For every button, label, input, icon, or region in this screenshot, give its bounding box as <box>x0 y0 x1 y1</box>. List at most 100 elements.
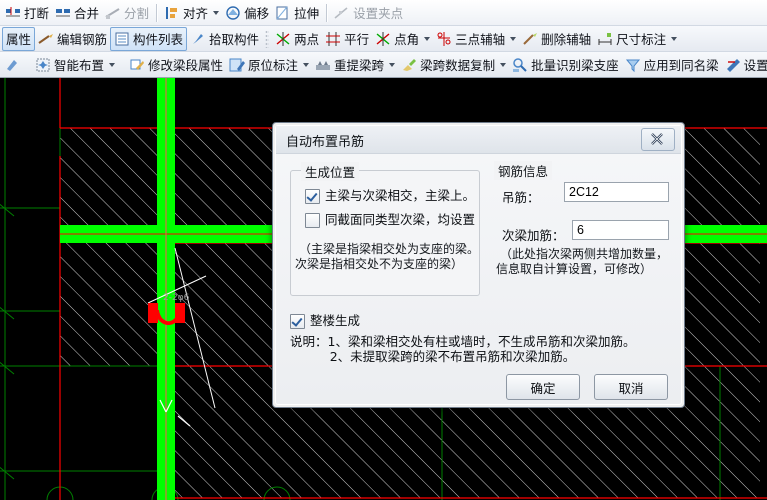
parallel-icon <box>325 31 341 47</box>
toolbar-button-dimension[interactable]: 尺寸标注 <box>594 28 680 50</box>
toolbar-button-stretch[interactable]: 拉伸 <box>272 2 322 24</box>
toolbar-row-component: 属性 编辑钢筋 构件列表 拾取构件 两点 平行 点角 三点辅轴 删除辅轴 尺寸标… <box>0 25 767 51</box>
toolbar-button-batch-recognize-support[interactable]: 批量识别梁支座 <box>509 54 622 76</box>
checkbox-box[interactable] <box>305 213 320 228</box>
toolbar-button-apply-same-name[interactable]: 应用到同名梁 <box>622 54 722 76</box>
toolbar-button-break[interactable]: 打断 <box>2 2 52 24</box>
close-icon[interactable] <box>641 128 675 151</box>
toolbar-button-partial[interactable] <box>2 54 24 76</box>
toolbar-separator <box>326 3 328 22</box>
re-extract-span-icon <box>315 57 331 73</box>
toolbar-button-two-point[interactable]: 两点 <box>272 28 322 50</box>
copy-span-data-icon <box>401 57 417 73</box>
checkbox-box[interactable] <box>305 189 320 204</box>
partial-icon <box>5 57 21 73</box>
toolbar-label: 原位标注 <box>248 58 299 73</box>
toolbar-row-beam: 智能布置 修改梁段属性 原位标注 重提梁跨 梁跨数据复制 批量识别梁支座 应用到… <box>0 51 767 77</box>
toolbar-button-parallel[interactable]: 平行 <box>322 28 372 50</box>
toolbar-label: 偏移 <box>244 6 270 21</box>
hanger-rebar-input[interactable] <box>564 182 669 202</box>
toolbar-button-property[interactable]: 属性 <box>2 26 36 51</box>
toolbar-label: 属性 <box>6 32 32 47</box>
toolbar-row-edit: 打断 合并 分割 对齐 偏移 拉伸 设置夹点 <box>0 0 767 25</box>
align-icon <box>164 5 180 21</box>
toolbar-button-modify-beam-segment[interactable]: 修改梁段属性 <box>126 54 226 76</box>
toolbar-label: 尺寸标注 <box>616 32 667 47</box>
rebar-info-note-line1: （此处指次梁两侧共增加数量， <box>500 247 669 261</box>
toolbar-button-align[interactable]: 对齐 <box>161 2 222 24</box>
toolbar-label: 构件列表 <box>133 32 184 47</box>
toolbar-button-split[interactable]: 分割 <box>102 2 152 24</box>
dimension-icon <box>597 31 613 47</box>
toolbar-button-grip-point[interactable]: 设置夹点 <box>331 2 406 24</box>
toolbar-label: 拉伸 <box>294 6 320 21</box>
checkbox-box[interactable] <box>290 314 305 329</box>
toolbar-button-inplace-annotation[interactable]: 原位标注 <box>226 54 312 76</box>
toolbar-button-re-extract-span[interactable]: 重提梁跨 <box>312 54 398 76</box>
toolbar-label: 设置上部 <box>743 58 767 73</box>
rebar-info-note-line2: 信息取自计算设置，可修改） <box>496 262 653 276</box>
group-rebar-info: 钢筋信息 吊筋： 次梁加筋： （此处指次梁两侧共增加数量， 信息取自计算设置，可… <box>494 161 674 296</box>
point-angle-icon <box>375 31 391 47</box>
checkbox-label: 主梁与次梁相交，主梁上。 <box>325 188 476 203</box>
toolbar-button-copy-span-data[interactable]: 梁跨数据复制 <box>398 54 509 76</box>
set-top-rebar-icon <box>725 57 741 73</box>
toolbar-label: 删除辅轴 <box>541 32 592 47</box>
dialog-titlebar[interactable]: 自动布置吊筋 <box>276 126 681 154</box>
chevron-down-icon[interactable] <box>671 36 678 41</box>
toolbar-label: 重提梁跨 <box>334 58 385 73</box>
toolbar-label: 应用到同名梁 <box>643 58 719 73</box>
chevron-down-icon[interactable] <box>109 62 116 67</box>
edit-rebar-icon <box>38 31 54 47</box>
toolbar-button-offset[interactable]: 偏移 <box>222 2 272 24</box>
toolbar-button-set-top-rebar[interactable]: 设置上部 <box>722 54 767 76</box>
toolbar-region: 打断 合并 分割 对齐 偏移 拉伸 设置夹点 属性 编辑钢筋 构件列表 拾取构件… <box>0 0 767 78</box>
auto-hanger-rebar-dialog[interactable]: 自动布置吊筋 生成位置 主梁与次梁相交，主梁上。 同截面同类型次梁，均设置 （主… <box>272 122 685 408</box>
chevron-down-icon[interactable] <box>510 36 517 41</box>
offset-icon <box>225 5 241 21</box>
toolbar-button-component-list[interactable]: 构件列表 <box>110 26 188 51</box>
toolbar-label: 平行 <box>344 32 370 47</box>
grip-point-icon <box>334 5 350 21</box>
secondary-beam-rebar-input[interactable] <box>572 220 669 240</box>
stretch-icon <box>275 5 291 21</box>
ok-button[interactable]: 确定 <box>506 374 580 400</box>
toolbar-button-smart-layout[interactable]: 智能布置 <box>32 54 118 76</box>
chevron-down-icon[interactable] <box>424 36 431 41</box>
field-label-secondary-beam-rebar: 次梁加筋： <box>502 228 565 243</box>
chevron-down-icon[interactable] <box>213 10 220 15</box>
checkbox-main-beam-intersection[interactable]: 主梁与次梁相交，主梁上。 <box>305 189 475 204</box>
toolbar-label: 打断 <box>24 6 50 21</box>
break-icon <box>5 5 21 21</box>
toolbar-button-merge[interactable]: 合并 <box>52 2 102 24</box>
group-title-rebar-info: 钢筋信息 <box>494 161 553 180</box>
checkbox-whole-building[interactable]: 整楼生成 <box>290 314 360 329</box>
apply-same-name-icon <box>625 57 641 73</box>
chevron-down-icon[interactable] <box>303 62 310 67</box>
toolbar-button-point-angle[interactable]: 点角 <box>372 28 433 50</box>
group-title-generate-position: 生成位置 <box>301 162 360 181</box>
split-icon <box>105 5 121 21</box>
toolbar-label: 对齐 <box>183 6 209 21</box>
batch-recognize-support-icon <box>512 57 528 73</box>
checkbox-label: 整楼生成 <box>310 313 361 328</box>
toolbar-button-edit-rebar[interactable]: 编辑钢筋 <box>35 28 110 50</box>
generate-position-note-line1: （主梁是指梁相交处为支座的梁。 <box>299 242 480 256</box>
toolbar-button-pick-component[interactable]: 拾取构件 <box>187 28 262 50</box>
toolbar-button-three-point-axis[interactable]: 三点辅轴 <box>433 28 519 50</box>
checkbox-same-section-secondary-beam[interactable]: 同截面同类型次梁，均设置 <box>305 213 475 228</box>
toolbar-label: 三点辅轴 <box>455 32 506 47</box>
toolbar-drag-handle[interactable] <box>265 29 270 48</box>
inplace-annotation-icon <box>229 57 246 73</box>
cancel-button[interactable]: 取消 <box>594 374 668 400</box>
toolbar-label: 修改梁段属性 <box>148 58 224 73</box>
toolbar-label: 拾取构件 <box>209 32 260 47</box>
three-point-axis-icon <box>436 31 452 47</box>
dialog-title: 自动布置吊筋 <box>286 135 365 150</box>
chevron-down-icon[interactable] <box>389 62 396 67</box>
toolbar-label: 批量识别梁支座 <box>531 58 619 73</box>
toolbar-separator <box>156 3 158 22</box>
field-label-hanger-rebar: 吊筋： <box>502 190 540 205</box>
chevron-down-icon[interactable] <box>500 62 507 67</box>
toolbar-button-delete-axis[interactable]: 删除辅轴 <box>519 28 594 50</box>
